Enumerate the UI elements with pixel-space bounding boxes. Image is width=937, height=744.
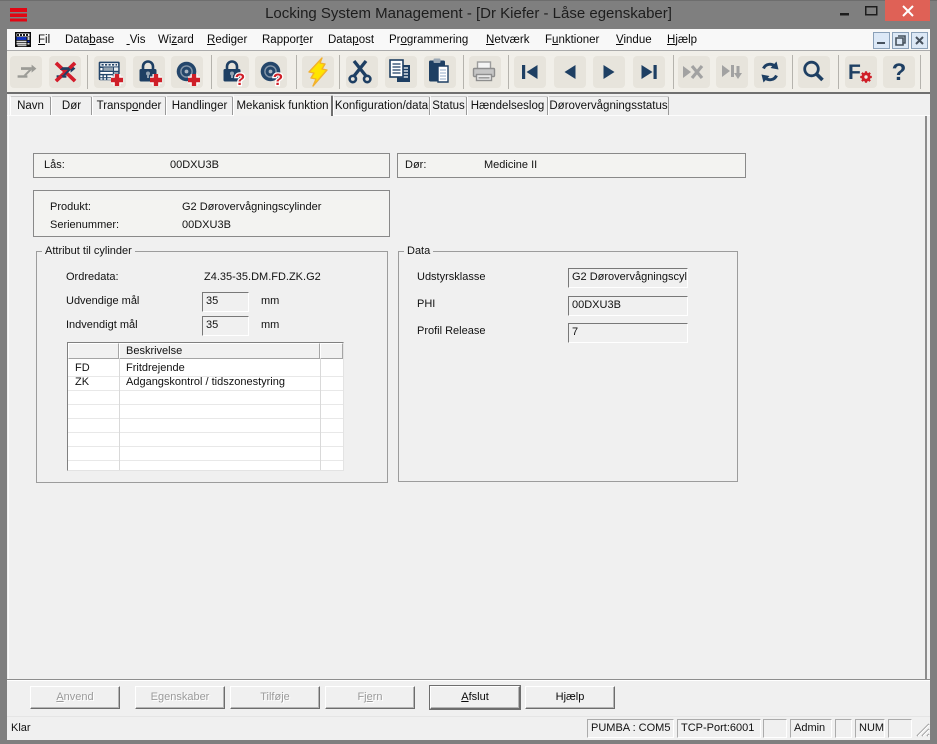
svg-text:F: F <box>848 61 861 84</box>
svg-text:?: ? <box>235 70 245 88</box>
svg-text:?: ? <box>273 70 283 88</box>
svg-text:?: ? <box>892 59 907 86</box>
